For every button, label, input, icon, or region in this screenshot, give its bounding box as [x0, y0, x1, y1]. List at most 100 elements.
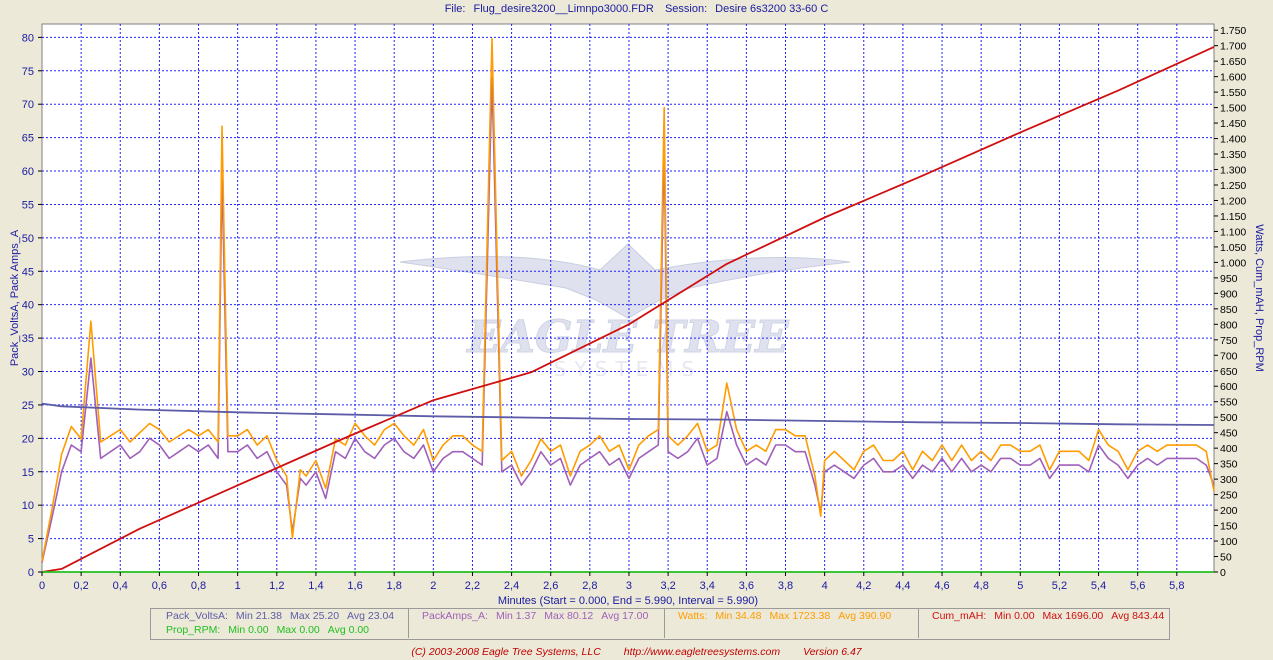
x-tick-17: 3,4 [700, 580, 715, 592]
yr-tick-22: 1.100 [1220, 226, 1246, 238]
x-tick-19: 3,8 [778, 580, 793, 592]
x-tick-2: 0,4 [113, 580, 128, 592]
yr-tick-11: 550 [1220, 397, 1238, 409]
yr-tick-8: 400 [1220, 443, 1238, 455]
yr-tick-23: 1.150 [1220, 211, 1246, 223]
yl-tick-7: 35 [22, 333, 34, 345]
watermark: EAGLE TREE SYSTEMS [399, 243, 851, 381]
yr-tick-28: 1.400 [1220, 134, 1246, 146]
yr-tick-15: 750 [1220, 335, 1238, 347]
legend-mah-max: Max 1696.00 [1042, 610, 1104, 622]
yr-tick-34: 1.700 [1220, 41, 1246, 53]
x-tick-24: 4,8 [974, 580, 989, 592]
x-tick-12: 2,4 [504, 580, 519, 592]
legend-volts-max: Max 25.20 [290, 610, 340, 622]
legend-volts-label: Pack_VoltsA: [166, 610, 228, 622]
yr-tick-30: 1.500 [1220, 103, 1246, 115]
yl-tick-9: 45 [22, 266, 34, 278]
x-tick-15: 3 [626, 580, 632, 592]
x-tick-20: 4 [822, 580, 828, 592]
yr-tick-20: 1.000 [1220, 257, 1246, 269]
yr-tick-33: 1.650 [1220, 56, 1246, 68]
legend-rpm-avg: Avg 0.00 [327, 624, 370, 636]
yl-tick-15: 75 [22, 66, 34, 78]
x-tick-10: 2 [430, 580, 436, 592]
yr-tick-25: 1.250 [1220, 180, 1246, 192]
footer-version: Version 6.47 [803, 646, 862, 658]
yl-tick-1: 5 [28, 534, 34, 546]
legend-mah: Cum_mAH: Min 0.00 Max 1696.00 Avg 843.44 [932, 610, 1172, 622]
x-tick-0: 0 [39, 580, 45, 592]
yr-tick-16: 800 [1220, 319, 1238, 331]
yr-tick-17: 850 [1220, 304, 1238, 316]
legend-rpm-max: Max 0.00 [276, 624, 320, 636]
yl-tick-2: 10 [22, 500, 34, 512]
yl-tick-12: 60 [22, 166, 34, 178]
yr-tick-7: 350 [1220, 459, 1238, 471]
yr-tick-21: 1.050 [1220, 242, 1246, 254]
right-y-axis-label: Watts, Cum_mAH, Prop_RPM [1253, 224, 1265, 372]
x-tick-13: 2,6 [543, 580, 558, 592]
x-tick-1: 0,2 [73, 580, 88, 592]
legend-volts-avg: Avg 23.04 [347, 610, 395, 622]
legend-amps: PackAmps_A: Min 1.37 Max 80.12 Avg 17.00 [422, 610, 656, 622]
yr-tick-13: 650 [1220, 366, 1238, 378]
x-tick-18: 3,6 [739, 580, 754, 592]
legend-volts: Pack_VoltsA: Min 21.38 Max 25.20 Avg 23.04 [166, 610, 402, 622]
footer-copyright: (C) 2003-2008 Eagle Tree Systems, LLC [411, 646, 601, 658]
yr-tick-0: 0 [1220, 567, 1226, 579]
x-tick-28: 5,6 [1130, 580, 1145, 592]
legend-rpm-label: Prop_RPM: [166, 624, 221, 636]
x-axis: 0 0,2 0,4 0,6 0,8 1 1,2 1,4 1,6 1,8 2 2,2 2,4 2,6 2,8 3… [39, 572, 1184, 592]
yr-tick-9: 450 [1220, 428, 1238, 440]
left-y-axis: 0 5 10 15 20 25 30 35 40 45 50 55 60 65 70 75 80 [22, 32, 42, 579]
x-tick-5: 1 [235, 580, 241, 592]
yl-tick-13: 65 [22, 133, 34, 145]
legend-volts-min: Min 21.38 [235, 610, 282, 622]
yr-tick-14: 700 [1220, 350, 1238, 362]
yl-tick-4: 20 [22, 433, 34, 445]
yl-tick-0: 0 [28, 567, 34, 579]
x-tick-21: 4,2 [856, 580, 871, 592]
legend-watts: Watts: Min 34.48 Max 1723.38 Avg 390.90 [678, 610, 899, 622]
legend-watts-avg: Avg 390.90 [838, 610, 892, 622]
x-tick-16: 3,2 [660, 580, 675, 592]
left-y-axis-label: Pack_VoltsA, Pack Amps_A [9, 229, 21, 366]
legend-divider-1 [408, 608, 409, 638]
x-tick-4: 0,8 [191, 580, 206, 592]
yr-tick-19: 950 [1220, 273, 1238, 285]
yr-tick-24: 1.200 [1220, 195, 1246, 207]
yr-tick-26: 1.300 [1220, 165, 1246, 177]
x-tick-25: 5 [1017, 580, 1023, 592]
yr-tick-29: 1.450 [1220, 118, 1246, 130]
footer: (C) 2003-2008 Eagle Tree Systems, LLC ht… [0, 646, 1273, 658]
chart[interactable]: EAGLE TREE SYSTEMS 0 0,2 0,4 0,6 0,8 1 1,2 1,4 1… [0, 0, 1273, 608]
yr-tick-32: 1.600 [1220, 72, 1246, 84]
yl-tick-14: 70 [22, 99, 34, 111]
yr-tick-35: 1.750 [1220, 25, 1246, 37]
right-y-axis: 0 50 100 150 200 250 300 350 400 450 500 550 600 650 7… [1214, 25, 1246, 579]
x-tick-8: 1,6 [347, 580, 362, 592]
x-tick-3: 0,6 [152, 580, 167, 592]
yl-tick-10: 50 [22, 233, 34, 245]
x-tick-27: 5,4 [1091, 580, 1106, 592]
yr-tick-18: 900 [1220, 288, 1238, 300]
legend-rpm: Prop_RPM: Min 0.00 Max 0.00 Avg 0.00 [166, 624, 377, 636]
yl-tick-11: 55 [22, 199, 34, 211]
yl-tick-3: 15 [22, 467, 34, 479]
footer-url[interactable]: http://www.eagletreesystems.com [624, 646, 780, 658]
yl-tick-16: 80 [22, 32, 34, 44]
x-tick-14: 2,8 [582, 580, 597, 592]
legend-mah-avg: Avg 843.44 [1111, 610, 1165, 622]
legend-amps-avg: Avg 17.00 [601, 610, 649, 622]
yr-tick-10: 500 [1220, 412, 1238, 424]
x-tick-9: 1,8 [387, 580, 402, 592]
x-axis-label: Minutes (Start = 0.000, End = 5.990, Int… [498, 595, 758, 607]
watermark-line2: SYSTEMS [554, 357, 702, 381]
x-tick-7: 1,4 [308, 580, 323, 592]
legend-amps-max: Max 80.12 [544, 610, 594, 622]
legend-watts-min: Min 34.48 [715, 610, 762, 622]
yr-tick-31: 1.550 [1220, 87, 1246, 99]
yr-tick-1: 50 [1220, 552, 1232, 564]
yr-tick-2: 100 [1220, 536, 1238, 548]
